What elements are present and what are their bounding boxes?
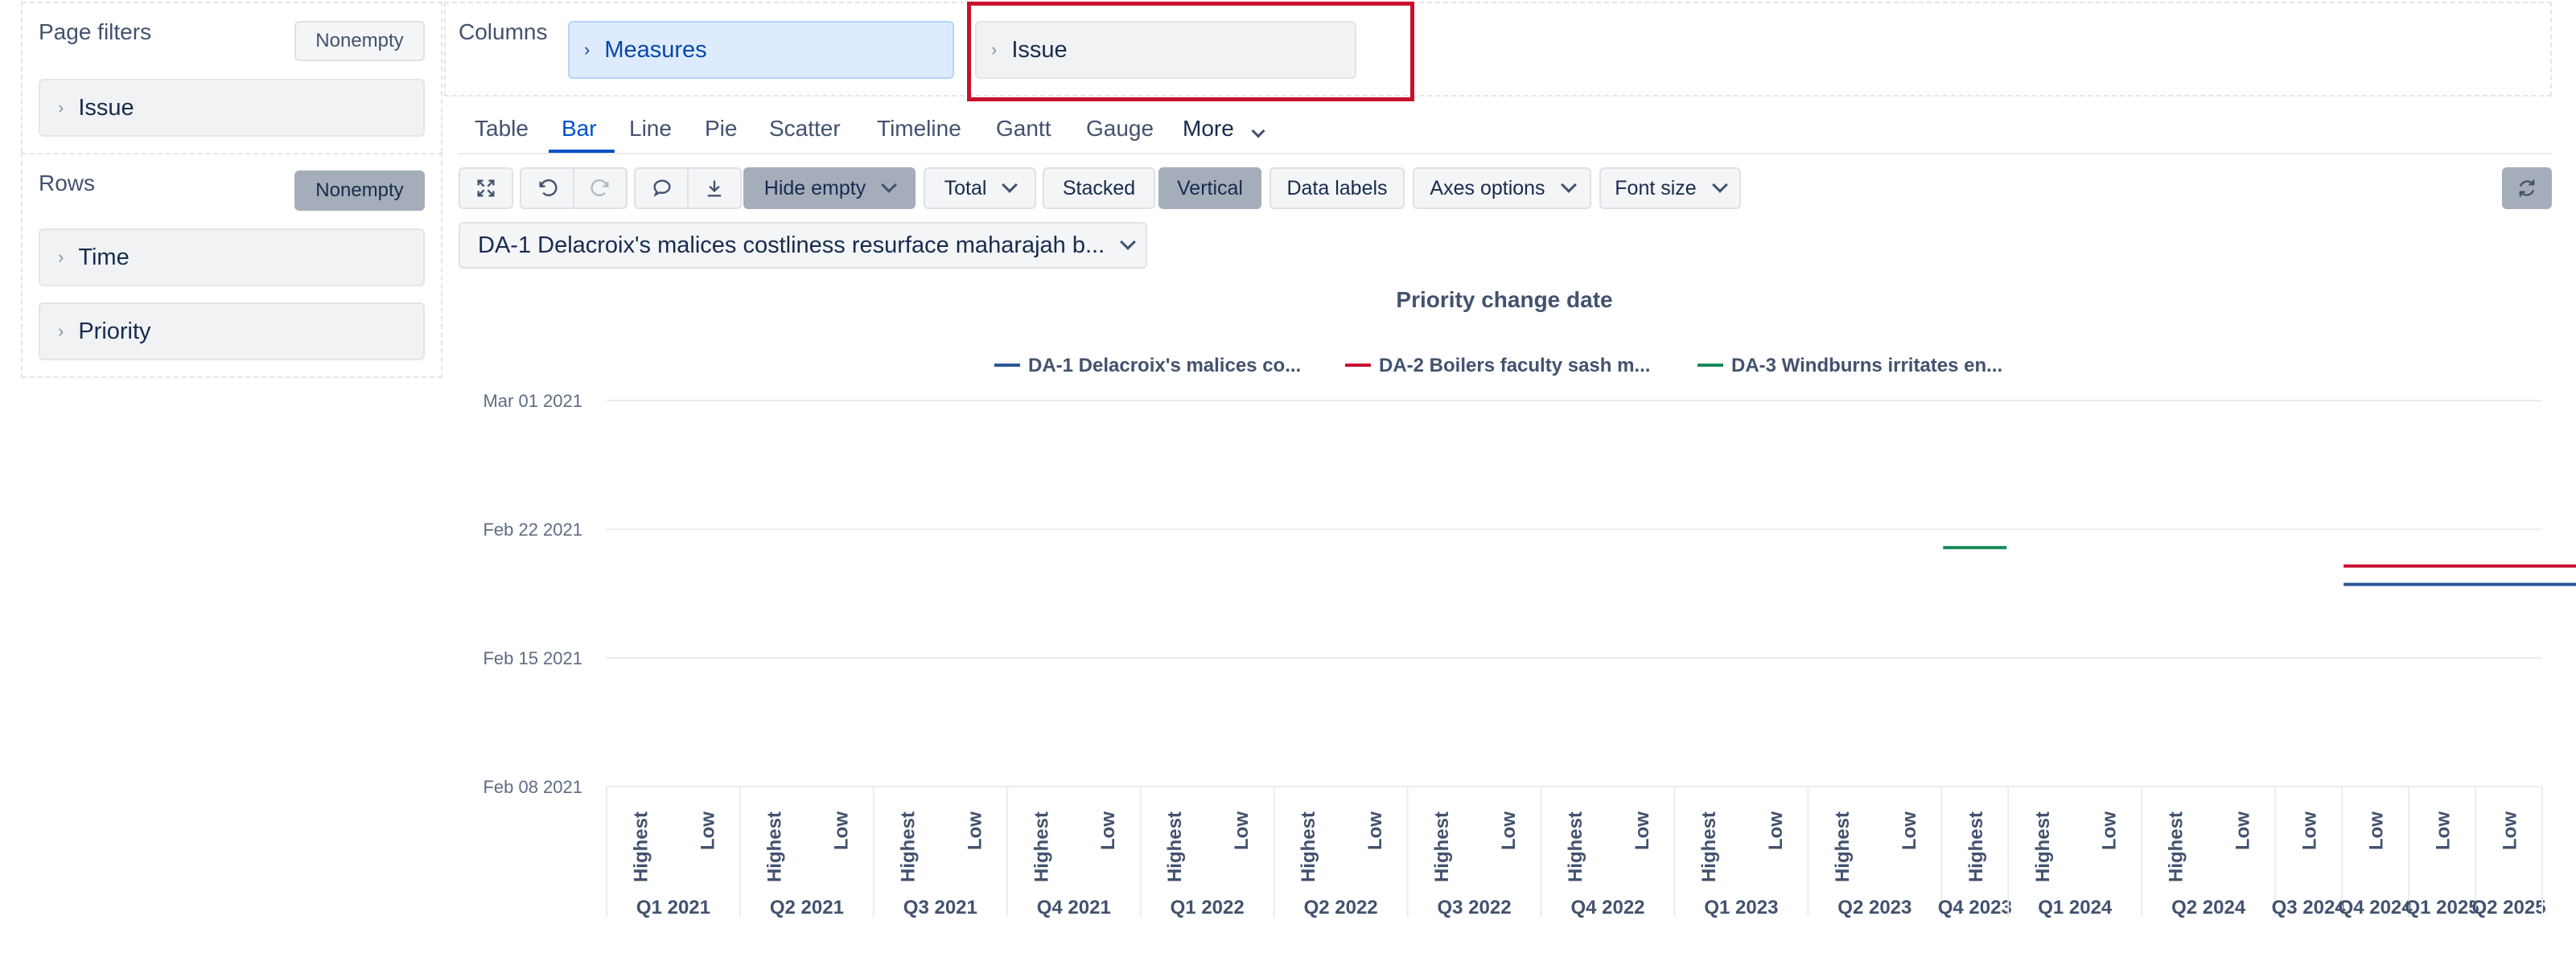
y-tick-label: Mar 01 2021 <box>483 391 582 411</box>
x-tick-label-quarter: Q1 2023 <box>1704 897 1778 918</box>
x-tick-label-priority: Highest <box>1965 812 1987 882</box>
x-tick-label-priority: Highest <box>1164 812 1186 882</box>
x-tick-label-quarter: Q2 2023 <box>1837 897 1911 918</box>
x-tick-label-priority: Highest <box>2166 812 2187 882</box>
x-tick-label-priority: Low <box>830 812 852 850</box>
x-tick-label-priority: Low <box>964 812 986 850</box>
x-tick-label-quarter: Q3 2022 <box>1438 897 1512 918</box>
x-tick-label-quarter: Q1 2021 <box>636 897 710 918</box>
y-tick-label: Feb 08 2021 <box>483 777 582 797</box>
x-tick-label-priority: Highest <box>1031 812 1052 882</box>
x-tick-label-priority: Low <box>1097 812 1119 850</box>
x-tick-label-priority: Low <box>1765 812 1787 850</box>
x-tick-label-priority: Highest <box>1431 812 1453 882</box>
x-tick-label-quarter: Q4 2022 <box>1570 897 1644 918</box>
x-tick-label-priority: Low <box>2433 812 2455 850</box>
x-tick-label-priority: Highest <box>630 812 652 882</box>
x-tick-label-quarter: Q2 2022 <box>1304 897 1378 918</box>
x-tick-label-quarter: Q4 2024 <box>2339 897 2413 918</box>
x-tick-label-priority: Low <box>2366 812 2388 850</box>
chart-title: Priority change date <box>1396 287 1612 312</box>
x-tick-label-quarter: Q2 2025 <box>2471 897 2545 918</box>
x-tick-label-priority: Low <box>2500 812 2521 850</box>
x-tick-label-quarter: Q4 2021 <box>1037 897 1111 918</box>
x-tick-label-priority: Low <box>1231 812 1253 850</box>
legend-entry: DA-1 Delacroix's malices co... <box>1028 355 1301 376</box>
x-tick-label-priority: Low <box>1364 812 1386 850</box>
x-tick-label-priority: Highest <box>1832 812 1854 882</box>
legend-entry: DA-3 Windburns irritates en... <box>1731 355 2002 376</box>
x-tick-label-priority: Highest <box>897 812 919 882</box>
x-tick-label-priority: Highest <box>763 812 785 882</box>
x-tick-label-quarter: Q2 2024 <box>2171 897 2246 918</box>
x-tick-label-priority: Low <box>1632 812 1653 850</box>
x-tick-label-priority: Highest <box>2032 812 2054 882</box>
legend-entry: DA-2 Boilers faculty sash m... <box>1379 355 1650 376</box>
x-tick-label-quarter: Q1 2025 <box>2405 897 2479 918</box>
x-tick-label-quarter: Q1 2022 <box>1171 897 1245 918</box>
x-tick-label-priority: Highest <box>1565 812 1586 882</box>
x-tick-label-quarter: Q1 2024 <box>2038 897 2113 918</box>
x-tick-label-priority: Low <box>2232 812 2254 850</box>
x-tick-label-quarter: Q3 2021 <box>903 897 977 918</box>
x-tick-label-quarter: Q3 2024 <box>2272 897 2347 918</box>
x-tick-label-priority: Low <box>2099 812 2121 850</box>
priority-change-chart: Priority change date DA-1 Delacroix's mal… <box>483 287 2576 918</box>
x-tick-label-priority: Low <box>697 812 718 850</box>
x-tick-label-priority: Low <box>1899 812 1920 850</box>
x-tick-label-priority: Low <box>1498 812 1520 850</box>
y-tick-label: Feb 22 2021 <box>483 520 582 540</box>
y-tick-label: Feb 15 2021 <box>483 648 582 668</box>
x-tick-label-priority: Low <box>2299 812 2321 850</box>
x-tick-label-priority: Highest <box>1298 812 1319 882</box>
x-tick-label-priority: Highest <box>1698 812 1720 882</box>
x-tick-label-quarter: Q2 2021 <box>770 897 844 918</box>
x-tick-label-quarter: Q4 2023 <box>1938 897 2012 918</box>
